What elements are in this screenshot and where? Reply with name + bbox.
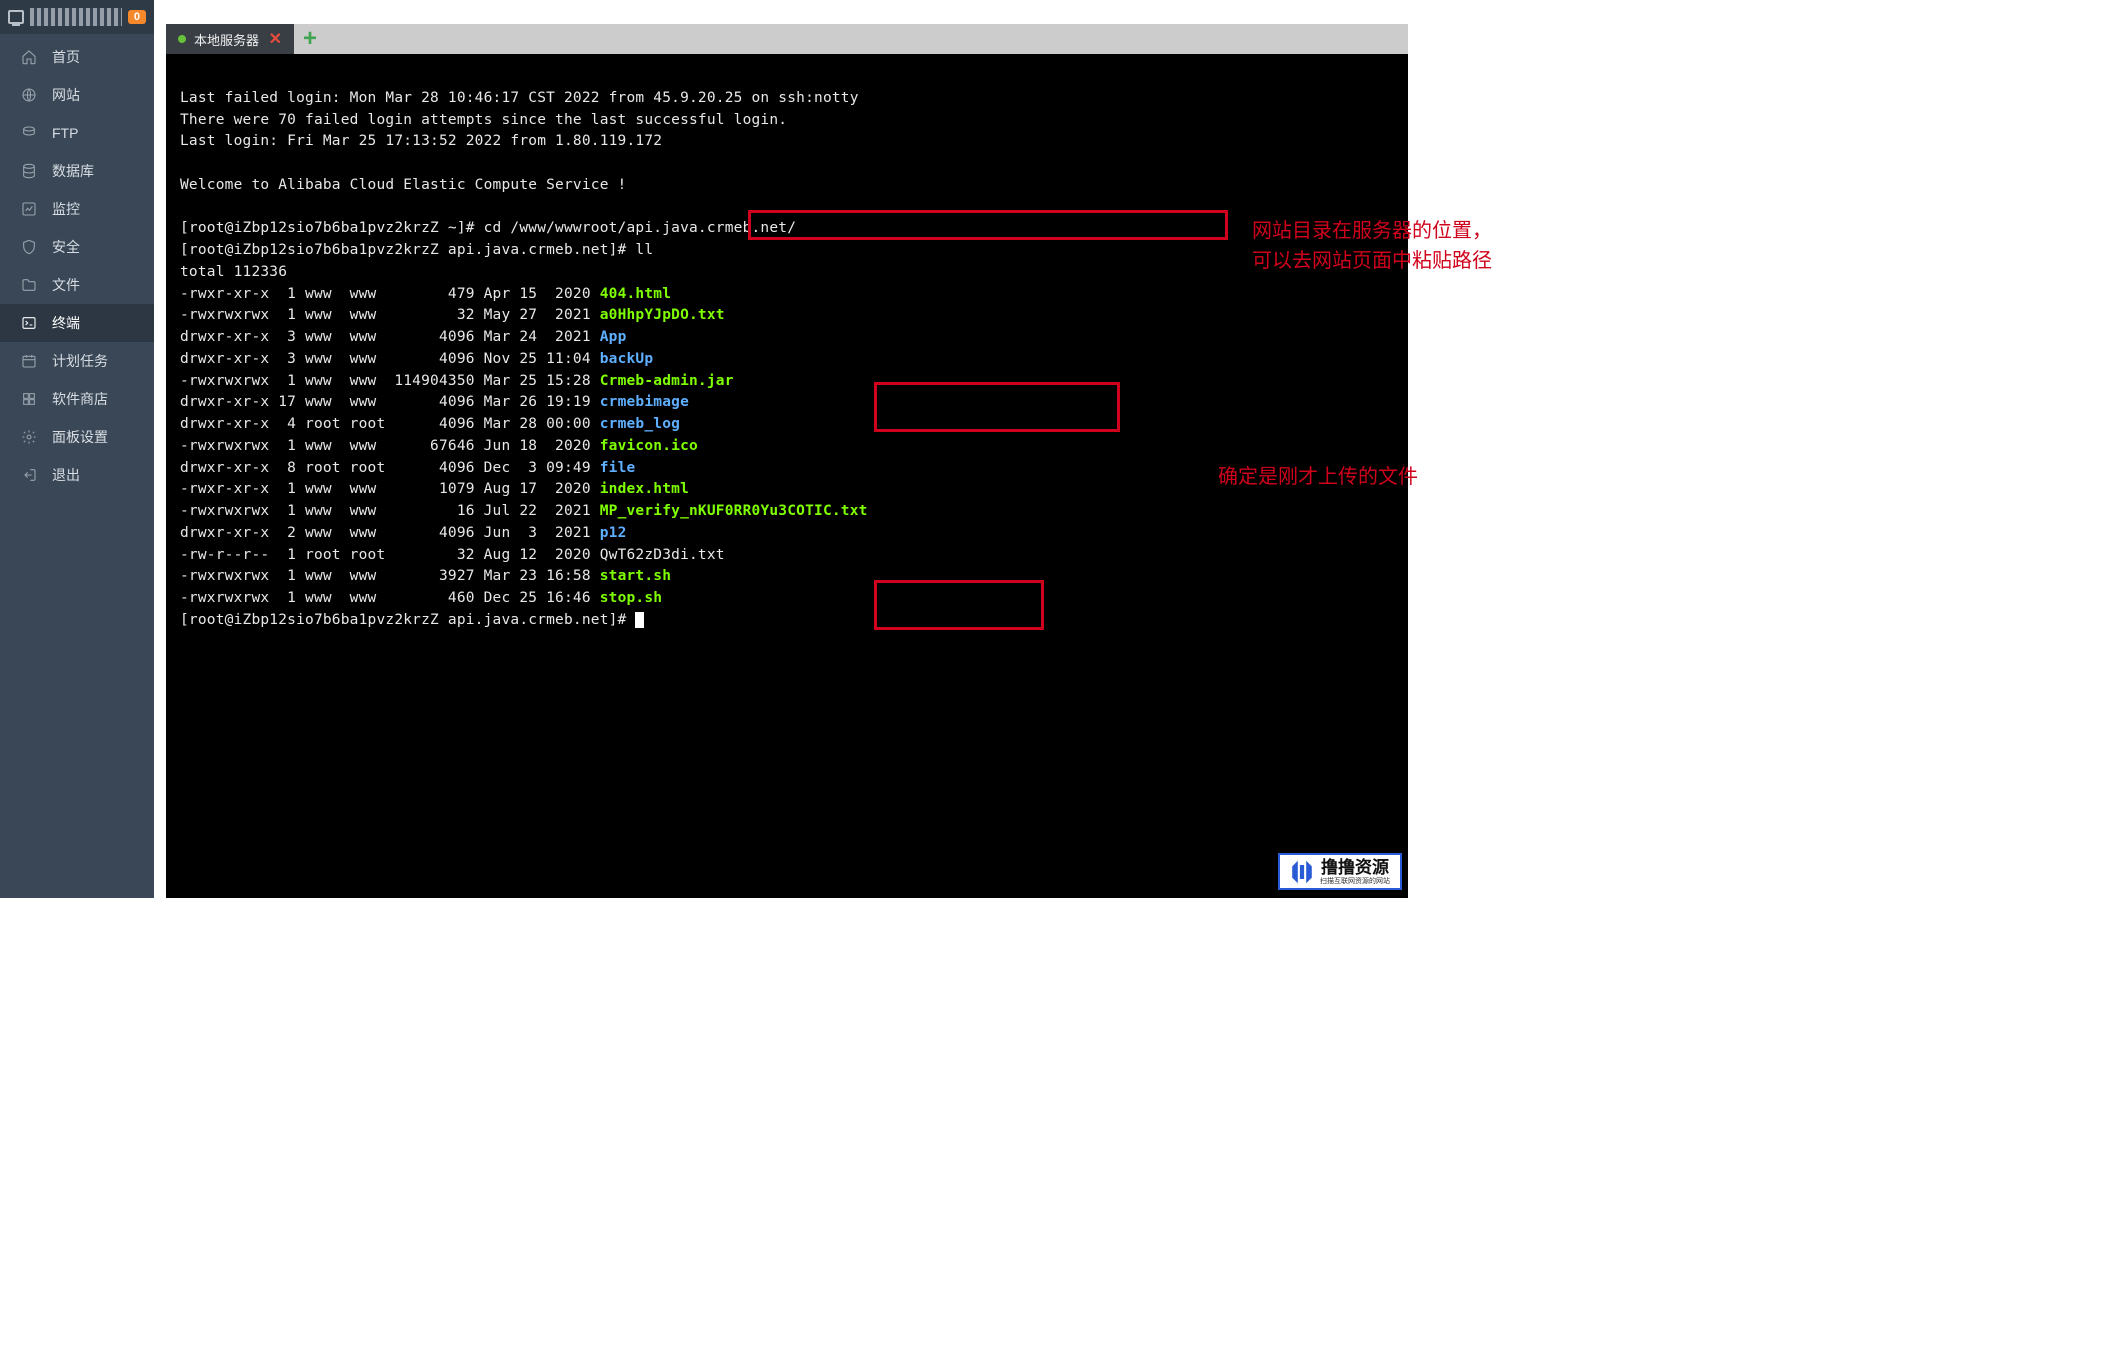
sidebar-item-security[interactable]: 安全: [0, 228, 154, 266]
sidebar: 0 首页 网站 FTP 数据库 监控: [0, 0, 154, 898]
terminal-tab[interactable]: 本地服务器 ✕: [166, 24, 294, 54]
notification-badge[interactable]: 0: [128, 10, 146, 24]
gear-icon: [20, 428, 38, 446]
sidebar-item-label: 文件: [52, 275, 80, 295]
main-area: 本地服务器 ✕ + Last failed login: Mon Mar 28 …: [154, 0, 1408, 898]
sidebar-header: 0: [0, 0, 154, 34]
shield-icon: [20, 238, 38, 256]
home-icon: [20, 48, 38, 66]
grid-icon: [20, 390, 38, 408]
top-gap: [154, 0, 1408, 24]
sidebar-item-terminal[interactable]: 终端: [0, 304, 154, 342]
logout-icon: [20, 466, 38, 484]
new-tab-button[interactable]: +: [294, 24, 326, 54]
status-dot-icon: [178, 35, 186, 43]
sidebar-item-settings[interactable]: 面板设置: [0, 418, 154, 456]
sidebar-item-monitor[interactable]: 监控: [0, 190, 154, 228]
sidebar-item-logout[interactable]: 退出: [0, 456, 154, 494]
sidebar-item-label: 网站: [52, 85, 80, 105]
chart-icon: [20, 200, 38, 218]
terminal-tabbar: 本地服务器 ✕ +: [166, 24, 1408, 54]
terminal-output[interactable]: Last failed login: Mon Mar 28 10:46:17 C…: [166, 54, 1408, 898]
sidebar-item-cron[interactable]: 计划任务: [0, 342, 154, 380]
terminal-wrapper: Last failed login: Mon Mar 28 10:46:17 C…: [154, 54, 1408, 898]
sidebar-item-label: 终端: [52, 313, 80, 333]
sidebar-item-ftp[interactable]: FTP: [0, 114, 154, 152]
sidebar-item-label: 首页: [52, 47, 80, 67]
server-name-blurred: [30, 8, 122, 26]
sidebar-item-label: 数据库: [52, 161, 94, 181]
tab-label: 本地服务器: [194, 30, 259, 49]
sidebar-item-site[interactable]: 网站: [0, 76, 154, 114]
sidebar-item-label: 安全: [52, 237, 80, 257]
sidebar-item-store[interactable]: 软件商店: [0, 380, 154, 418]
database-icon: [20, 162, 38, 180]
sidebar-item-label: 退出: [52, 465, 80, 485]
app-root: 0 首页 网站 FTP 数据库 监控: [0, 0, 1408, 898]
calendar-icon: [20, 352, 38, 370]
sidebar-item-label: 面板设置: [52, 427, 108, 447]
close-icon[interactable]: ✕: [269, 29, 282, 49]
sidebar-item-home[interactable]: 首页: [0, 38, 154, 76]
ftp-icon: [20, 124, 38, 142]
globe-icon: [20, 86, 38, 104]
sidebar-menu: 首页 网站 FTP 数据库 监控 安全: [0, 34, 154, 898]
sidebar-item-database[interactable]: 数据库: [0, 152, 154, 190]
monitor-icon: [8, 10, 24, 24]
sidebar-item-label: 软件商店: [52, 389, 108, 409]
folder-icon: [20, 276, 38, 294]
terminal-icon: [20, 314, 38, 332]
sidebar-item-label: FTP: [52, 125, 78, 141]
sidebar-item-label: 监控: [52, 199, 80, 219]
sidebar-item-files[interactable]: 文件: [0, 266, 154, 304]
sidebar-item-label: 计划任务: [52, 351, 108, 371]
